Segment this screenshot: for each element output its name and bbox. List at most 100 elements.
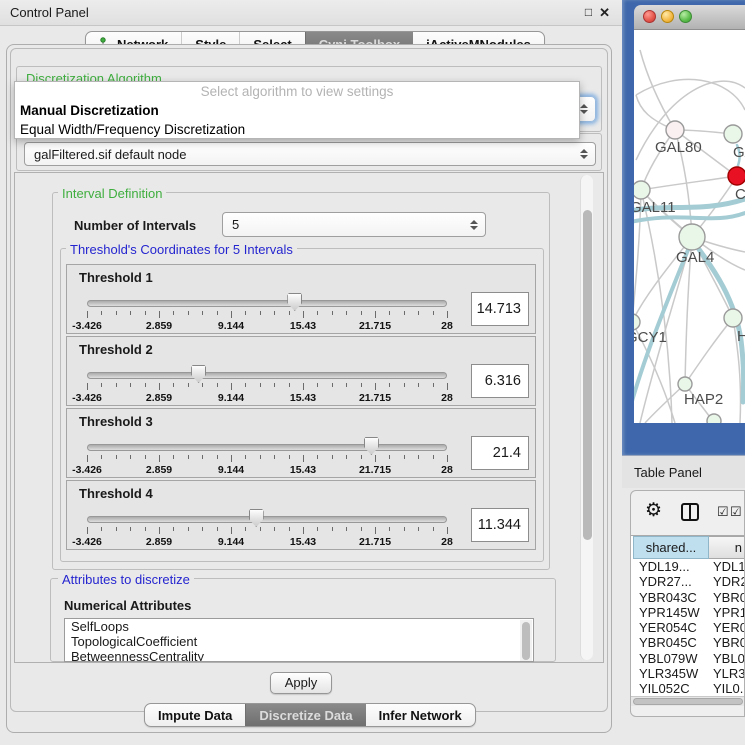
cell-name: YBL0... (713, 651, 744, 666)
threshold-panel: Threshold 2-3.4262.8599.14415.4321.71528… (66, 336, 536, 406)
node-h[interactable] (724, 309, 742, 327)
list-scrollbar[interactable] (520, 620, 532, 662)
slider-tick-labels: -3.4262.8599.14415.4321.71528 (87, 464, 447, 476)
node-hap2[interactable] (678, 377, 692, 391)
close-panel-icon[interactable]: ✕ (599, 5, 610, 21)
slider-tick (447, 527, 448, 534)
zoom-window-icon[interactable] (679, 10, 692, 23)
slider-tick (433, 455, 434, 459)
close-window-icon[interactable] (643, 10, 656, 23)
threshold-value-field[interactable]: 14.713 (471, 292, 529, 326)
numerical-attributes-label: Numerical Attributes (64, 598, 191, 613)
columns-icon[interactable] (681, 503, 699, 521)
num-intervals-label: Number of Intervals (74, 218, 196, 233)
table-row[interactable]: YDR27...YDR2... (631, 574, 744, 589)
slider-tick (130, 455, 131, 459)
slider-tick (418, 527, 419, 531)
node-bottom-partial[interactable] (707, 414, 721, 423)
slider-tick (317, 311, 318, 315)
threshold-value-field[interactable]: 21.4 (471, 436, 529, 470)
slider-tick (303, 383, 304, 390)
threshold-slider[interactable]: -3.4262.8599.14415.4321.71528 (87, 509, 447, 549)
slider-tick-label: 21.715 (359, 536, 391, 548)
slider-tick (361, 311, 362, 315)
dropdown-option-manual[interactable]: Manual Discretization (15, 101, 579, 120)
cell-name: YLR3... (713, 666, 744, 681)
table-row[interactable]: YER054CYER0... (631, 620, 744, 635)
vertical-scrollbar[interactable] (580, 175, 593, 660)
table-data-combobox[interactable]: galFiltered.sif default node (24, 142, 596, 166)
column-header-name[interactable]: n (709, 536, 745, 559)
slider-tick (361, 383, 362, 387)
minimize-window-icon[interactable] (661, 10, 674, 23)
attributes-listbox[interactable]: SelfLoopsTopologicalCoefficientBetweenne… (64, 618, 534, 662)
attribute-list-item[interactable]: SelfLoops (65, 619, 533, 634)
slider-tick (332, 383, 333, 387)
slider-tick (346, 527, 347, 531)
checkbox-icon[interactable]: ☑ (730, 504, 742, 520)
gear-icon[interactable]: ⚙ (645, 499, 662, 522)
table-row[interactable]: YDL19...YDL1... (631, 559, 744, 574)
table-row[interactable]: YLR345WYLR3... (631, 666, 744, 681)
threshold-slider[interactable]: -3.4262.8599.14415.4321.71528 (87, 437, 447, 477)
slider-track[interactable] (87, 300, 447, 307)
checkbox-icon[interactable]: ☑ (717, 504, 729, 520)
float-panel-icon[interactable]: □ (585, 5, 592, 21)
node-gal4[interactable] (679, 224, 705, 250)
cell-shared-name: YBR045C (639, 635, 697, 650)
slider-tick (188, 383, 189, 387)
node-red-selected[interactable] (728, 167, 745, 185)
slider-thumb[interactable] (287, 293, 302, 311)
tab-impute-data[interactable]: Impute Data (145, 704, 245, 726)
slider-tick (101, 527, 102, 531)
slider-tick (245, 383, 246, 387)
slider-track[interactable] (87, 516, 447, 523)
threshold-slider[interactable]: -3.4262.8599.14415.4321.71528 (87, 365, 447, 405)
num-intervals-combobox[interactable]: 5 (222, 212, 486, 237)
table-row[interactable]: YBR045CYBR0... (631, 635, 744, 650)
vertical-scrollbar-thumb[interactable] (583, 210, 592, 540)
node-top-right[interactable] (724, 125, 742, 143)
horizontal-scrollbar[interactable] (631, 696, 744, 706)
apply-button[interactable]: Apply (270, 672, 332, 694)
network-canvas[interactable]: GAL80 GA GAL11 C GAL4 GCY1 H HAP2 (634, 30, 745, 423)
threshold-value-field[interactable]: 6.316 (471, 364, 529, 398)
slider-thumb[interactable] (249, 509, 264, 527)
network-window-titlebar[interactable] (634, 5, 745, 30)
column-header-shared-name[interactable]: shared... (633, 536, 709, 559)
slider-tick (303, 527, 304, 534)
table-row[interactable]: YPR145WYPR1... (631, 605, 744, 620)
dropdown-option-equal-width[interactable]: Equal Width/Frequency Discretization (15, 120, 579, 139)
slider-tick-label: 2.859 (146, 392, 172, 404)
node-gal80[interactable] (666, 121, 684, 139)
node-gcy1[interactable] (634, 314, 640, 330)
attribute-list-item[interactable]: TopologicalCoefficient (65, 634, 533, 649)
slider-thumb[interactable] (191, 365, 206, 383)
node-gal11[interactable] (634, 181, 650, 199)
cell-name: YDR2... (713, 574, 744, 589)
slider-track[interactable] (87, 372, 447, 379)
table-row[interactable]: YIL052CYIL0... (631, 681, 744, 696)
slider-tick (361, 455, 362, 459)
algorithm-dropdown-popup: Select algorithm to view settings Manual… (14, 81, 580, 139)
slider-tick (159, 455, 160, 462)
slider-tick (101, 311, 102, 315)
slider-tick (188, 311, 189, 315)
slider-track[interactable] (87, 444, 447, 451)
slider-tick (116, 383, 117, 387)
table-row[interactable]: YBL079WYBL0... (631, 651, 744, 666)
threshold-value-field[interactable]: 11.344 (471, 508, 529, 542)
slider-thumb[interactable] (364, 437, 379, 455)
threshold-slider[interactable]: -3.4262.8599.14415.4321.71528 (87, 293, 447, 333)
table-row[interactable]: YBR043CYBR0... (631, 590, 744, 605)
attribute-list-item[interactable]: BetweennessCentrality (65, 649, 533, 662)
tab-discretize-data[interactable]: Discretize Data (245, 704, 365, 726)
slider-tick (274, 527, 275, 531)
tab-infer-network[interactable]: Infer Network (366, 704, 475, 726)
slider-tick (404, 383, 405, 387)
horizontal-scrollbar-thumb[interactable] (633, 698, 743, 705)
slider-tick (418, 455, 419, 459)
slider-tick (231, 383, 232, 390)
slider-tick (202, 383, 203, 387)
list-scrollbar-thumb[interactable] (522, 622, 530, 660)
